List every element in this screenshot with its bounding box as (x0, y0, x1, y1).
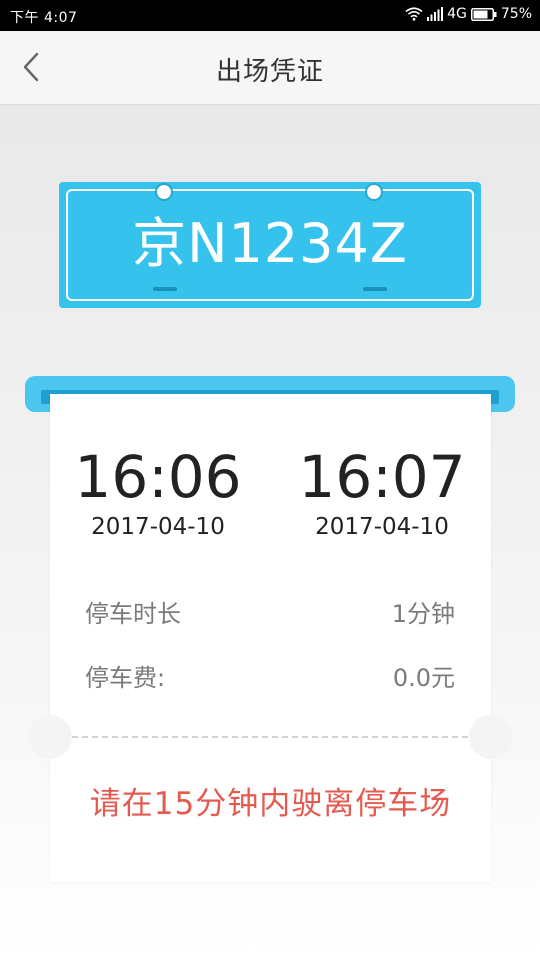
page-title: 出场凭证 (215, 57, 324, 87)
parking-fee-value: 0.0元 (392, 664, 455, 692)
entry-time-block: 16:06 2017-04-10 (58, 444, 258, 542)
plate-hole-left (155, 183, 173, 201)
entry-date: 2017-04-10 (91, 514, 225, 540)
plate-slot-right (363, 287, 387, 291)
status-indicators: 4G 75% (405, 6, 532, 22)
status-time: 下午 4:07 (10, 10, 78, 26)
plate-number: 京N1234Z (132, 212, 408, 275)
parking-duration-value: 1分钟 (391, 600, 455, 628)
receipt-notch-left (28, 715, 72, 759)
signal-icon (427, 7, 444, 21)
app-header: 出场凭证 (0, 31, 540, 105)
wifi-icon (405, 7, 423, 21)
plate-hole-right (365, 183, 383, 201)
exit-receipt: 16:06 2017-04-10 16:07 2017-04-10 停车时长 1… (28, 394, 513, 882)
exit-time-block: 16:07 2017-04-10 (282, 444, 482, 542)
exit-notice: 请在15分钟内驶离停车场 (89, 786, 452, 822)
parking-fee-label: 停车费: (85, 664, 166, 692)
exit-date: 2017-04-10 (315, 514, 449, 540)
parking-fee-row: 停车费: 0.0元 (85, 658, 455, 694)
parking-duration-row: 停车时长 1分钟 (85, 594, 455, 630)
plate-slot-left (153, 287, 177, 291)
parking-duration-label: 停车时长 (85, 600, 181, 628)
network-type: 4G (447, 6, 467, 22)
entry-time: 16:06 (74, 443, 242, 511)
receipt-divider (72, 736, 468, 738)
battery-percent: 75% (500, 6, 532, 22)
battery-icon (470, 7, 497, 21)
exit-time: 16:07 (298, 443, 466, 511)
license-plate: 京N1234Z (59, 182, 481, 308)
status-bar: 下午 4:07 4G 75% (0, 0, 540, 31)
receipt-notch-right (469, 715, 513, 759)
